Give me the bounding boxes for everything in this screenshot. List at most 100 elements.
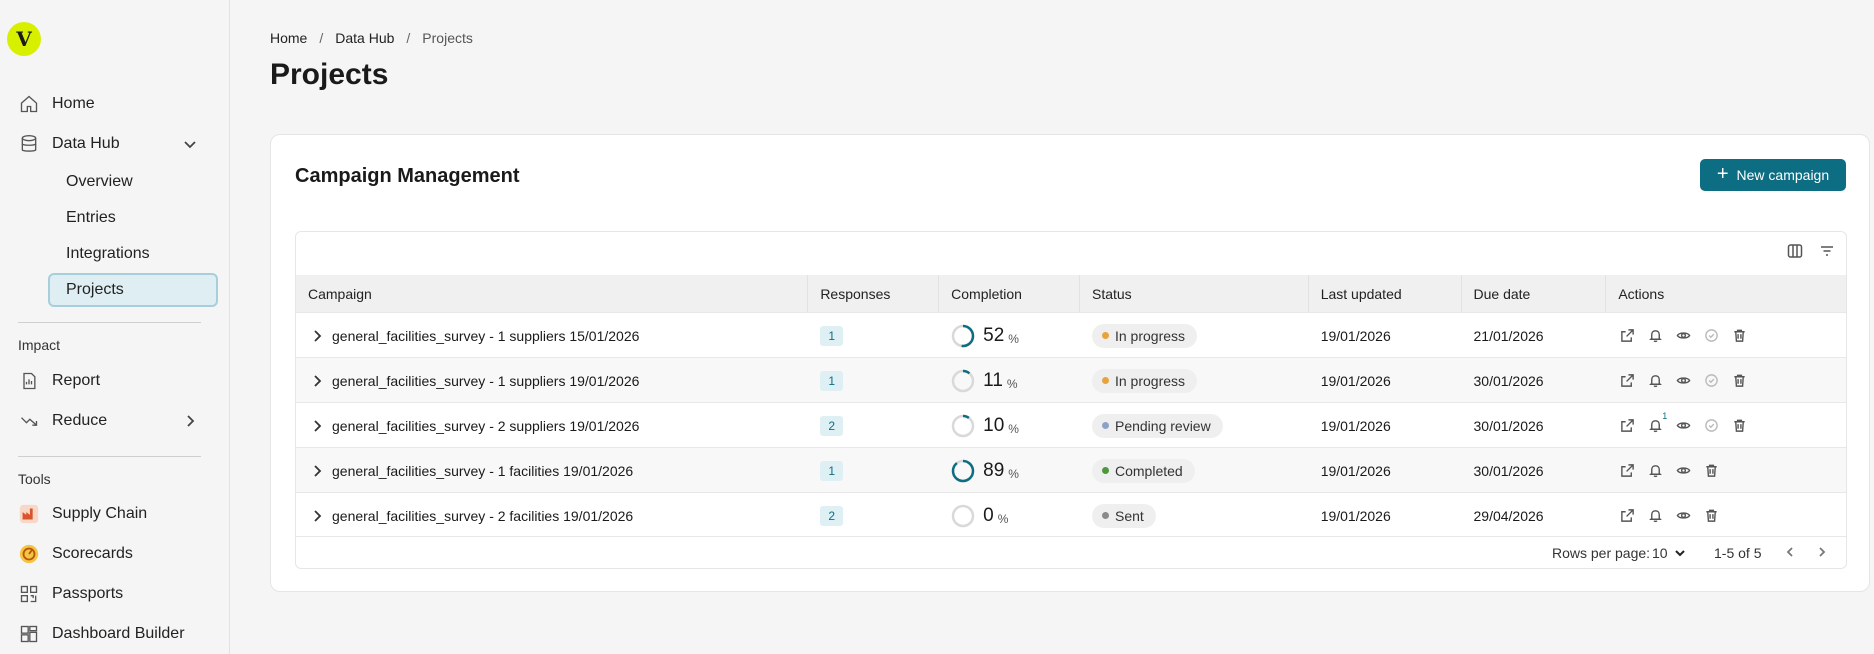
column-header-due-date[interactable]: Due date [1462,275,1607,312]
campaign-name: general_facilities_survey - 2 suppliers … [332,417,640,434]
chevron-down-icon[interactable] [182,136,198,152]
status-label: Completed [1114,462,1183,479]
status-cell: Sent [1080,493,1309,538]
completion-value: 10 [983,414,1005,436]
columns-icon[interactable] [1786,242,1804,260]
actions-cell [1606,448,1846,493]
campaign-cell: general_facilities_survey - 2 facilities… [296,493,808,538]
open-external-icon[interactable] [1618,507,1636,525]
status-label: In progress [1114,372,1186,389]
status-cell: In progress [1080,313,1309,358]
breadcrumb: Home / Data Hub / Projects [270,30,473,46]
bell-icon[interactable] [1646,507,1664,525]
open-external-icon[interactable] [1618,417,1636,435]
sidebar-item-data-hub[interactable]: Data Hub [18,133,196,155]
responses-badge[interactable]: 1 [820,370,843,391]
eye-icon[interactable] [1674,327,1692,345]
actions-cell [1606,313,1846,358]
trash-icon[interactable] [1730,417,1748,435]
open-external-icon[interactable] [1618,462,1636,480]
campaign-cell: general_facilities_survey - 2 suppliers … [296,403,808,448]
column-header-last-updated[interactable]: Last updated [1309,275,1462,312]
app-logo[interactable]: V [7,22,41,56]
bell-icon[interactable]: 1 [1646,411,1667,435]
trash-icon[interactable] [1730,372,1748,390]
new-campaign-button[interactable]: + New campaign [1700,159,1846,191]
table-row[interactable]: general_facilities_survey - 1 facilities… [296,447,1846,492]
sidebar-item-passports[interactable]: Passports [18,583,123,605]
sidebar-item-projects[interactable]: Projects [48,273,218,307]
eye-icon[interactable] [1674,507,1692,525]
sidebar-item-dashboard-builder[interactable]: Dashboard Builder [18,623,185,645]
chevron-right-icon[interactable] [308,327,326,345]
chevron-right-icon[interactable] [308,507,326,525]
sidebar-item-integrations[interactable]: Integrations [48,237,218,271]
due-date-cell: 29/04/2026 [1473,507,1544,524]
approve-icon[interactable] [1702,417,1720,435]
chevron-right-icon[interactable] [308,462,326,480]
sidebar-item-overview[interactable]: Overview [48,165,218,199]
database-icon [18,133,40,155]
sidebar-item-label: Passports [52,585,124,602]
sidebar-item-entries[interactable]: Entries [48,201,218,235]
approve-icon[interactable] [1702,372,1720,390]
sidebar: V Home Data Hub Overview Entries Integra… [0,0,230,654]
sidebar-item-scorecards[interactable]: Scorecards [18,543,133,565]
bell-icon[interactable] [1646,372,1664,390]
due-date-cell: 30/01/2026 [1473,462,1544,479]
sidebar-item-home[interactable]: Home [18,93,95,115]
notification-count: 1 [1662,410,1668,421]
campaign-cell: general_facilities_survey - 1 suppliers … [296,358,808,403]
campaign-name: general_facilities_survey - 1 suppliers … [332,372,640,389]
responses-cell: 2 [808,403,939,448]
sidebar-item-report[interactable]: Report [18,370,100,392]
report-icon [18,370,40,392]
column-header-responses[interactable]: Responses [808,275,940,312]
due-date-cell: 30/01/2026 [1473,372,1544,389]
next-page-button[interactable] [1813,543,1831,561]
responses-badge[interactable]: 1 [820,460,843,481]
trash-icon[interactable] [1702,507,1720,525]
table-row[interactable]: general_facilities_survey - 1 suppliers … [296,357,1846,402]
eye-icon[interactable] [1674,417,1692,435]
pagination-range: 1-5 of 5 [1714,545,1762,561]
previous-page-button[interactable] [1781,543,1799,561]
sidebar-item-reduce[interactable]: Reduce [18,410,195,432]
sidebar-item-label: Dashboard Builder [52,625,185,642]
trash-icon[interactable] [1702,462,1720,480]
rows-per-page-select[interactable]: 10 [1648,543,1690,563]
completion-ring [951,414,975,437]
approve-icon[interactable] [1702,327,1720,345]
open-external-icon[interactable] [1618,372,1636,390]
due-date-cell: 21/01/2026 [1473,327,1544,344]
sidebar-item-supply-chain[interactable]: Supply Chain [18,503,147,525]
chevron-right-icon[interactable] [308,372,326,390]
table-row[interactable]: general_facilities_survey - 2 facilities… [296,492,1846,537]
chevron-right-icon[interactable] [308,417,326,435]
completion-value: 0 [983,504,994,526]
bell-icon[interactable] [1646,462,1664,480]
completion-cell: 52 % [939,313,1080,358]
campaign-table: Campaign Responses Completion Status Las… [295,231,1847,569]
eye-icon[interactable] [1674,462,1692,480]
bell-icon[interactable] [1646,327,1664,345]
column-header-completion[interactable]: Completion [939,275,1080,312]
responses-badge[interactable]: 2 [820,505,843,526]
chevron-right-icon[interactable] [182,413,198,429]
open-external-icon[interactable] [1618,327,1636,345]
responses-badge[interactable]: 2 [820,415,843,436]
responses-badge[interactable]: 1 [820,325,843,346]
column-header-campaign[interactable]: Campaign [296,275,809,312]
breadcrumb-current: Projects [422,30,473,46]
eye-icon[interactable] [1674,372,1692,390]
trash-icon[interactable] [1730,327,1748,345]
percent-sign: % [997,511,1009,526]
column-header-status[interactable]: Status [1080,275,1309,312]
filter-icon[interactable] [1818,242,1836,260]
responses-cell: 1 [808,448,939,493]
table-row[interactable]: general_facilities_survey - 2 suppliers … [296,402,1846,447]
campaign-cell: general_facilities_survey - 1 facilities… [296,448,808,493]
breadcrumb-data-hub[interactable]: Data Hub [335,30,394,46]
table-row[interactable]: general_facilities_survey - 1 suppliers … [296,312,1846,357]
breadcrumb-home[interactable]: Home [270,30,307,46]
